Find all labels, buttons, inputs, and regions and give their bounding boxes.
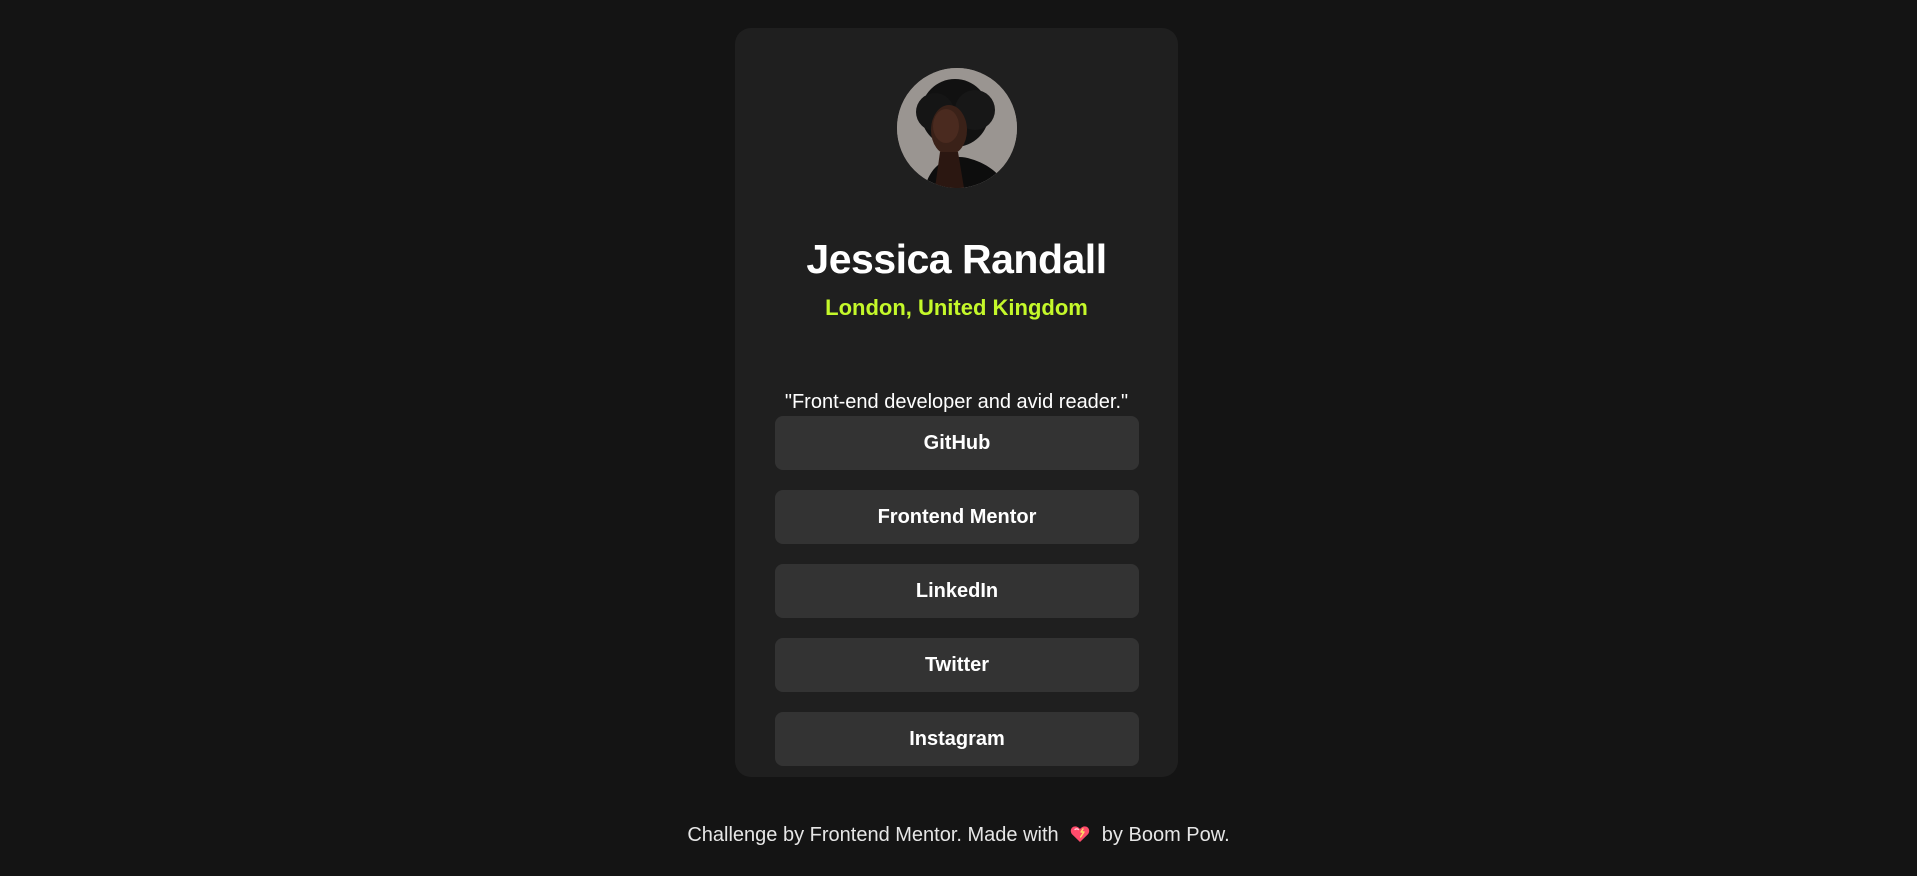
profile-card: Jessica Randall London, United Kingdom "… [735,28,1178,777]
social-links: GitHub Frontend Mentor LinkedIn Twitter … [775,416,1139,786]
github-link-button[interactable]: GitHub [775,416,1139,470]
profile-bio: "Front-end developer and avid reader." [784,391,1129,413]
heart-icon [1070,825,1090,843]
avatar [897,68,1017,188]
attribution-footer: Challenge by Frontend Mentor. Made with … [0,821,1917,849]
linkedin-link-button[interactable]: LinkedIn [775,564,1139,618]
twitter-link-button[interactable]: Twitter [775,638,1139,692]
footer-suffix: by Boom Pow. [1101,824,1230,846]
frontend-mentor-link-button[interactable]: Frontend Mentor [775,490,1139,544]
profile-location: London, United Kingdom [825,295,1088,320]
profile-name: Jessica Randall [806,236,1107,283]
profile-page: Jessica Randall London, United Kingdom "… [0,0,1917,876]
instagram-link-button[interactable]: Instagram [775,712,1139,766]
profile-photo-icon [897,68,1017,188]
footer-prefix: Challenge by Frontend Mentor. Made with [687,824,1059,846]
